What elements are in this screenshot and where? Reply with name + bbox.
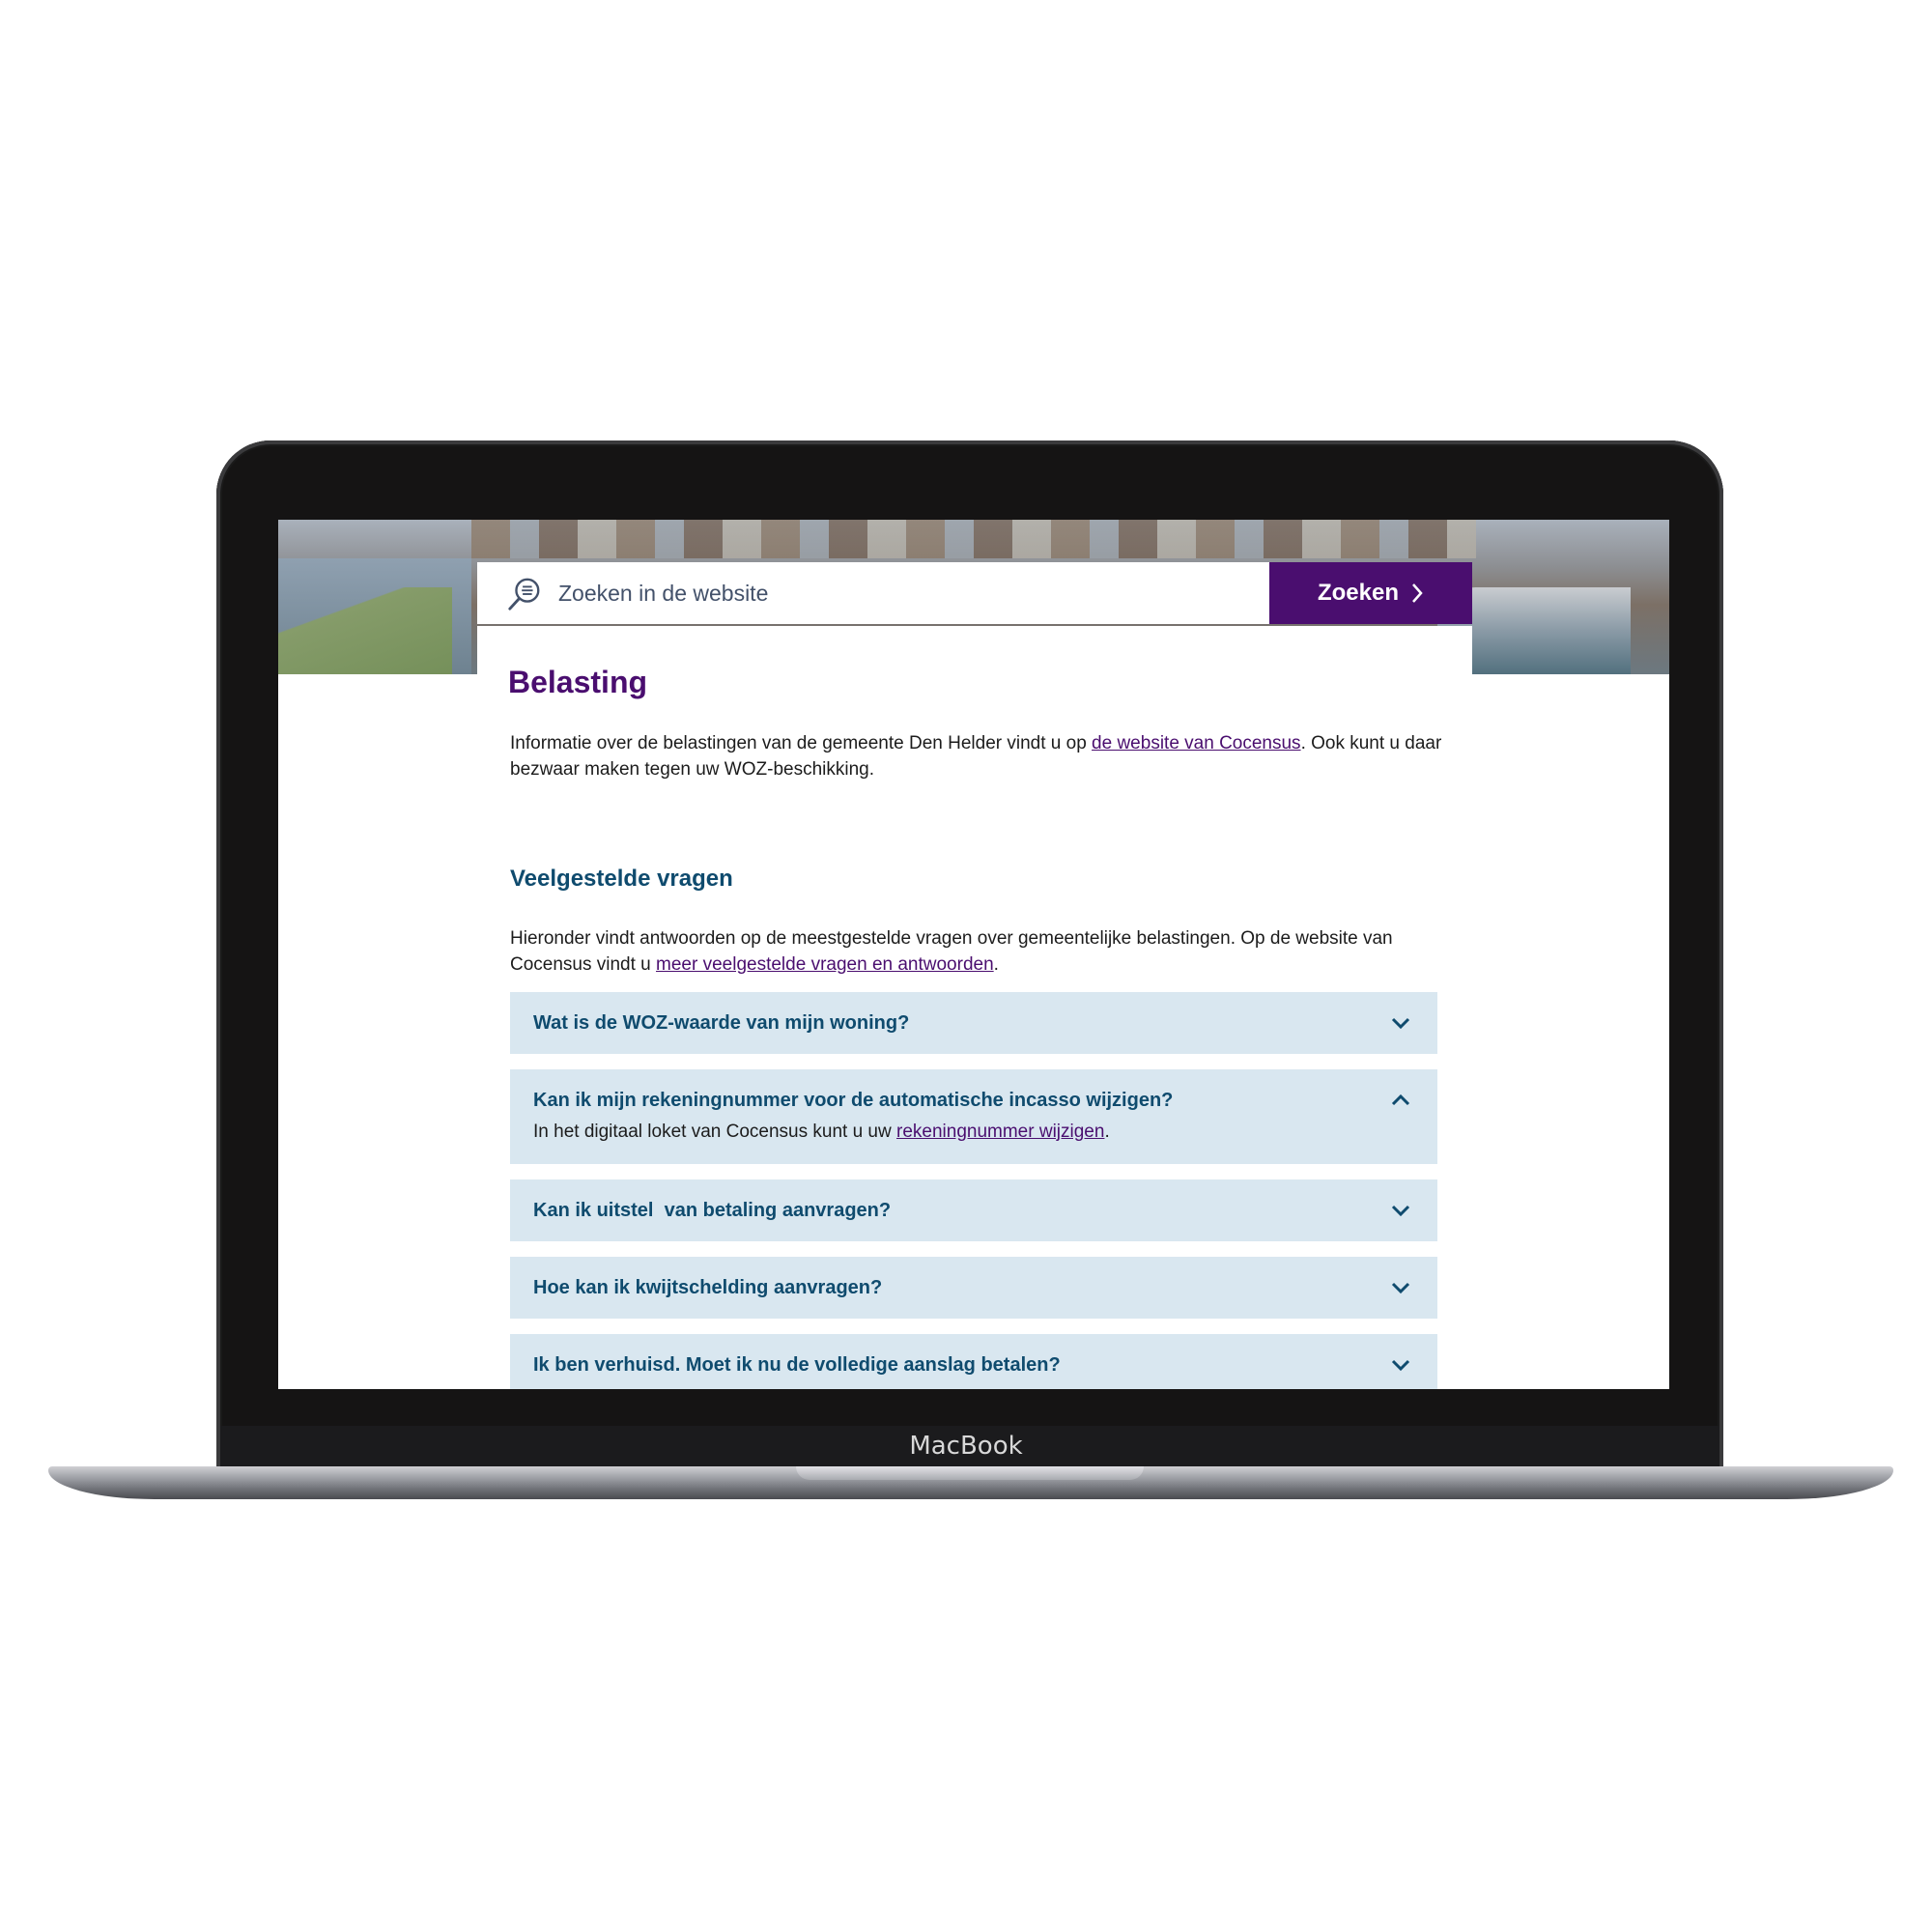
cocensus-website-link[interactable]: de website van Cocensus: [1092, 733, 1301, 753]
chevron-down-icon[interactable]: [1389, 1199, 1412, 1222]
search-input[interactable]: [558, 562, 1254, 624]
chevron-up-icon[interactable]: [1389, 1089, 1412, 1112]
faq-question[interactable]: Hoe kan ik kwijtschelding aanvragen?: [510, 1257, 1437, 1319]
faq-intro: Hieronder vindt antwoorden op de meestge…: [510, 871, 1447, 978]
search-icon: [508, 578, 540, 611]
laptop-notch: [796, 1466, 1144, 1480]
faq-item[interactable]: Ik ben verhuisd. Moet ik nu de volledige…: [510, 1334, 1437, 1389]
chevron-right-icon: [1412, 583, 1423, 603]
more-faq-link[interactable]: meer veelgestelde vragen en antwoorden: [656, 954, 994, 975]
search-button[interactable]: Zoeken: [1269, 562, 1472, 624]
chevron-down-icon[interactable]: [1389, 1011, 1412, 1035]
faq-answer-text-end: .: [1104, 1122, 1110, 1142]
page-intro-text: Informatie over de belastingen van de ge…: [510, 733, 1093, 753]
page-title: Belasting: [508, 665, 648, 699]
chevron-down-icon[interactable]: [1389, 1276, 1412, 1299]
faq-item[interactable]: Kan ik uitstel van betaling aanvragen?: [510, 1179, 1437, 1241]
faq-question[interactable]: Wat is de WOZ-waarde van mijn woning?: [510, 992, 1437, 1054]
faq-answer: In het digitaal loket van Cocensus kunt …: [510, 1122, 1437, 1164]
faq-intro-text-end: .: [993, 954, 999, 975]
change-account-number-link[interactable]: rekeningnummer wijzigen: [896, 1122, 1104, 1142]
page-intro: Informatie over de belastingen van de ge…: [510, 730, 1447, 782]
faq-answer-text: In het digitaal loket van Cocensus kunt …: [533, 1122, 897, 1142]
hero-grass: [278, 587, 452, 674]
faq-question[interactable]: Ik ben verhuisd. Moet ik nu de volledige…: [510, 1334, 1437, 1389]
faq-accordion: Wat is de WOZ-waarde van mijn woning? Ka…: [510, 992, 1437, 1389]
hero-houses: [471, 520, 1476, 558]
faq-item[interactable]: Wat is de WOZ-waarde van mijn woning?: [510, 992, 1437, 1054]
browser-viewport: Zoeken Belasting Informatie over de bela…: [278, 520, 1669, 1389]
faq-item[interactable]: Hoe kan ik kwijtschelding aanvragen?: [510, 1257, 1437, 1319]
search-bar: Zoeken: [477, 562, 1472, 624]
faq-question[interactable]: Kan ik uitstel van betaling aanvragen?: [510, 1179, 1437, 1241]
search-button-label: Zoeken: [1317, 580, 1400, 606]
device-brand-label: MacBook: [909, 1432, 1023, 1461]
faq-item-expanded[interactable]: Kan ik mijn rekeningnummer voor de autom…: [510, 1069, 1437, 1164]
main-content: Belasting Informatie over de belastingen…: [477, 626, 1472, 1389]
chevron-down-icon[interactable]: [1389, 1353, 1412, 1377]
